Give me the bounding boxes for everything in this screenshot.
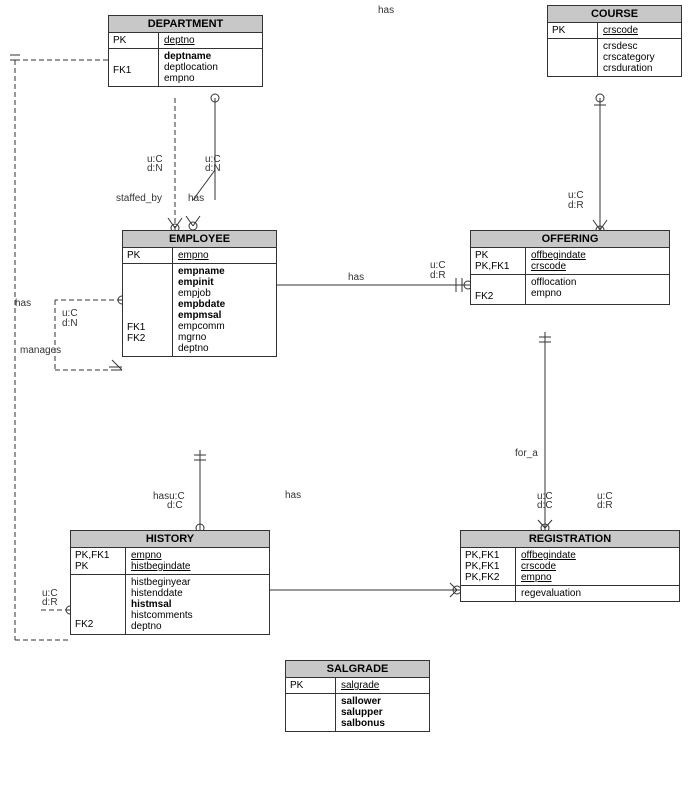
label-dr-course: d:R [568,200,584,211]
course-pk-label: PK [552,25,593,36]
label-staffed-by: staffed_by [116,193,162,204]
registration-pk-crscode: crscode [521,561,674,572]
offering-title: OFFERING [471,231,669,248]
course-attr-crscategory: crscategory [603,52,655,63]
salgrade-title: SALGRADE [286,661,429,678]
course-pk-crscode: crscode [603,25,676,36]
registration-pk-fk1b-label: PK,FK1 [465,561,511,572]
entity-offering: OFFERING PK PK,FK1 offbegindate crscode … [470,230,670,305]
salgrade-attr-salbonus: salbonus [341,718,385,729]
course-attr-crsduration: crsduration [603,63,655,74]
employee-attr-mgrno: mgrno [178,332,225,343]
label-dc: d:C [167,500,183,511]
history-title: HISTORY [71,531,269,548]
employee-pk-label: PK [127,250,168,261]
entity-course: COURSE PK crscode crsdesc crscategory cr… [547,5,682,77]
label-dn-dept-staffed: d:N [147,163,163,174]
offering-attr-offlocation: offlocation [531,277,576,288]
label-has-emp-off: has [348,272,364,283]
department-attr-deptname: deptname [164,51,218,62]
department-pk-label: PK [113,35,154,46]
registration-pk-fk1a-label: PK,FK1 [465,550,511,561]
registration-pk-fk2-label: PK,FK2 [465,572,511,583]
entity-history: HISTORY PK,FK1 PK empno histbegindate FK… [70,530,270,635]
department-attr-deptlocation: deptlocation [164,62,218,73]
history-pk2-label: PK [75,561,121,572]
registration-pk-empno: empno [521,572,674,583]
history-attr-histenddate: histenddate [131,588,193,599]
employee-attr-empinit: empinit [178,277,225,288]
employee-attr-empbdate: empbdate [178,299,225,310]
history-fk2-label: FK2 [75,619,121,630]
label-dc-off-reg: d:C [537,500,553,511]
employee-title: EMPLOYEE [123,231,276,248]
label-fora: for_a [515,448,538,459]
course-title: COURSE [548,6,681,23]
employee-attr-empmsal: empmsal [178,310,225,321]
employee-pk-empno: empno [178,250,271,261]
department-attr-empno: empno [164,73,218,84]
salgrade-attr-sallower: sallower [341,696,385,707]
employee-fk1-label: FK1 [127,322,168,333]
entity-registration: REGISTRATION PK,FK1 PK,FK1 PK,FK2 offbeg… [460,530,680,602]
department-fk1-label: FK1 [113,65,154,76]
registration-title: REGISTRATION [461,531,679,548]
label-has-left: has [15,298,31,309]
department-pk-deptno: deptno [164,35,257,46]
employee-attr-deptno: deptno [178,343,225,354]
offering-pk-offbegindate: offbegindate [531,250,664,261]
label-has-hist: has [285,490,301,501]
entity-employee: EMPLOYEE PK empno FK1 FK2 empname empini… [122,230,277,357]
history-attr-histmsal: histmsal [131,599,193,610]
registration-pk-offbegindate: offbegindate [521,550,674,561]
offering-attr-empno: empno [531,288,576,299]
history-pk-empno: empno [131,550,264,561]
salgrade-attr-salupper: salupper [341,707,385,718]
offering-pk-fk1-label: PK,FK1 [475,261,521,272]
offering-fk2-label: FK2 [475,291,521,302]
history-attr-histcomments: histcomments [131,610,193,621]
label-dn-manages: d:N [62,318,78,329]
label-dr-hist-dept: d:R [42,597,58,608]
label-dn-dept-has: d:N [205,163,221,174]
employee-attr-empname: empname [178,266,225,277]
history-pk-histbegindate: histbegindate [131,561,264,572]
entity-department: DEPARTMENT PK deptno FK1 deptname deptlo… [108,15,263,87]
salgrade-pk-salgrade: salgrade [341,680,424,691]
label-dr-emp-off: d:R [430,270,446,281]
offering-pk-label: PK [475,250,521,261]
course-attr-crsdesc: crsdesc [603,41,655,52]
department-title: DEPARTMENT [109,16,262,33]
label-has-dept-emp: has [188,193,204,204]
label-manages: manages [20,345,61,356]
er-diagram: DEPARTMENT PK deptno FK1 deptname deptlo… [0,0,690,803]
offering-pk-crscode: crscode [531,261,664,272]
employee-fk2-label: FK2 [127,333,168,344]
history-attr-histbeginyear: histbeginyear [131,577,193,588]
employee-attr-empjob: empjob [178,288,225,299]
employee-attr-empcomm: empcomm [178,321,225,332]
registration-attr-regevaluation: regevaluation [521,588,581,599]
salgrade-pk-label: PK [290,680,331,691]
history-pk-fk1-label: PK,FK1 [75,550,121,561]
entity-salgrade: SALGRADE PK salgrade sallower salupper s… [285,660,430,732]
label-has-course-off: has [378,5,394,16]
history-attr-deptno: deptno [131,621,193,632]
label-dr-reg: d:R [597,500,613,511]
